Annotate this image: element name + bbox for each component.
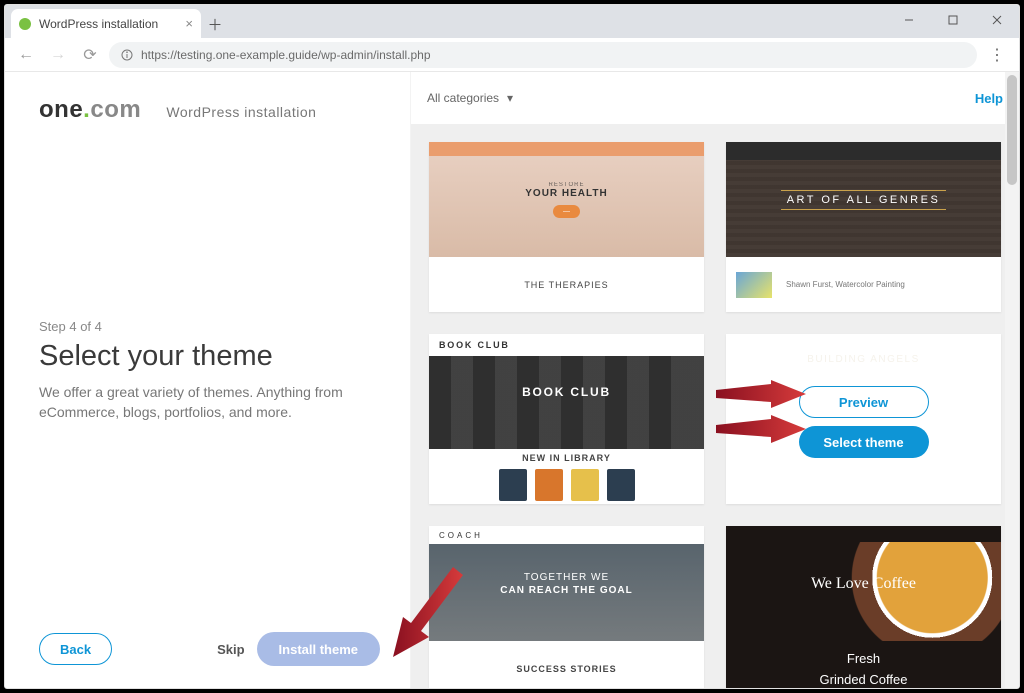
window-maximize[interactable]: [931, 5, 975, 34]
theme-title: We Love Coffee: [811, 575, 916, 593]
sidebar-panel: one.com WordPress installation Step 4 of…: [5, 72, 410, 688]
window-close[interactable]: [975, 5, 1019, 34]
install-theme-button[interactable]: Install theme: [257, 632, 380, 666]
tab-title: WordPress installation: [39, 17, 158, 31]
forward-icon[interactable]: →: [45, 42, 71, 68]
favicon-icon: [19, 18, 31, 30]
faint-theme: BUILDING ANGELS: [726, 334, 1001, 504]
url-text: https://testing.one-example.guide/wp-adm…: [141, 48, 431, 62]
select-theme-button[interactable]: Select theme: [799, 426, 929, 458]
theme-title-2: CAN REACH THE GOAL: [500, 585, 632, 596]
theme-sub2: Grinded Coffee: [820, 672, 908, 687]
browser-toolbar: ← → ⟳ https://testing.one-example.guide/…: [5, 38, 1019, 72]
reload-icon[interactable]: ⟳: [77, 42, 103, 68]
window-minimize[interactable]: [887, 5, 931, 34]
theme-subtitle: Shawn Furst, Watercolor Painting: [786, 280, 905, 289]
theme-card-coach[interactable]: Premium COACH TOGETHER WE CAN REACH THE …: [429, 526, 704, 688]
theme-card-coffee[interactable]: Premium We Love Coffee Fresh Grinded Cof…: [726, 526, 1001, 688]
theme-sub1: Fresh: [847, 651, 880, 666]
theme-brand: COACH: [439, 531, 483, 540]
theme-title-1: TOGETHER WE: [524, 572, 609, 583]
step-indicator: Step 4 of 4: [39, 319, 380, 334]
close-icon[interactable]: ×: [185, 16, 193, 31]
new-tab-button[interactable]: ＋: [201, 10, 229, 38]
book-thumbs: [499, 469, 635, 501]
chevron-down-icon: ▾: [507, 91, 513, 105]
brand-com: com: [90, 96, 141, 123]
theme-card-health[interactable]: RESTORE YOUR HEALTH — THE THERAPIES: [429, 142, 704, 312]
browser-menu-icon[interactable]: ⋮: [983, 45, 1011, 65]
brand-one: one: [39, 96, 83, 123]
tab-bar: WordPress installation × ＋: [5, 5, 1019, 38]
theme-kicker: RESTORE: [549, 182, 585, 188]
brand-logo: one.com WordPress installation: [39, 96, 380, 124]
page-title: Select your theme: [39, 340, 380, 373]
theme-title: YOUR HEALTH: [525, 188, 607, 199]
theme-card-hover[interactable]: BUILDING ANGELS Preview Select theme: [726, 334, 1001, 504]
theme-card-bookclub[interactable]: BOOK CLUB BOOK CLUB NEW IN LIBRARY: [429, 334, 704, 504]
back-button[interactable]: Back: [39, 633, 112, 665]
info-icon: [121, 49, 133, 61]
product-label: WordPress installation: [166, 104, 316, 120]
theme-title: BOOK CLUB: [522, 385, 611, 399]
skip-button[interactable]: Skip: [217, 642, 244, 657]
page-description: We offer a great variety of themes. Anyt…: [39, 383, 369, 422]
scrollbar-thumb[interactable]: [1007, 75, 1017, 185]
thumbnail-icon: [736, 272, 772, 298]
theme-title: ART OF ALL GENRES: [781, 190, 947, 210]
scrollbar[interactable]: [1005, 72, 1019, 688]
preview-button[interactable]: Preview: [799, 386, 929, 418]
theme-cta-pill: —: [553, 205, 580, 218]
theme-gallery: RESTORE YOUR HEALTH — THE THERAPIES ART …: [411, 124, 1019, 688]
address-bar[interactable]: https://testing.one-example.guide/wp-adm…: [109, 42, 977, 68]
browser-tab[interactable]: WordPress installation ×: [11, 9, 201, 38]
theme-subtitle: SUCCESS STORIES: [429, 641, 704, 688]
back-icon[interactable]: ←: [13, 42, 39, 68]
theme-subtitle: THE THERAPIES: [429, 257, 704, 312]
theme-card-art[interactable]: ART OF ALL GENRES Shawn Furst, Watercolo…: [726, 142, 1001, 312]
theme-subtitle: NEW IN LIBRARY: [522, 453, 611, 463]
theme-brand: BOOK CLUB: [439, 341, 510, 350]
filter-label: All categories: [427, 91, 499, 105]
help-link[interactable]: Help: [975, 91, 1003, 106]
category-filter[interactable]: All categories ▾: [427, 91, 513, 105]
